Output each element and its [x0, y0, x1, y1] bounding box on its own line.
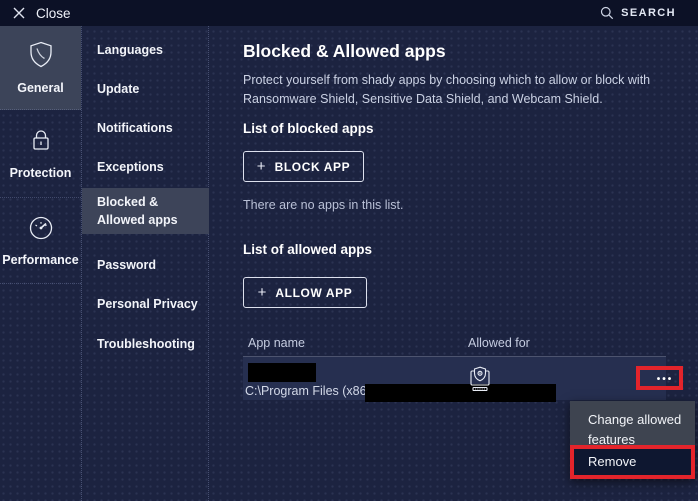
sidebar-item-general[interactable]: General [0, 26, 81, 110]
menu-item-exceptions[interactable]: Exceptions [82, 153, 209, 181]
sidebar-item-performance[interactable]: Performance [0, 198, 81, 284]
blocked-list-empty-text: There are no apps in this list. [243, 198, 404, 212]
redacted-app-name [248, 363, 316, 382]
settings-menu: Languages Update Notifications Exception… [82, 26, 209, 501]
redacted-app-path-segment [365, 384, 556, 402]
app-window: Close SEARCH General [0, 0, 698, 501]
row-more-options-button[interactable]: ••• [643, 367, 687, 391]
sidebar-item-label: Protection [10, 166, 72, 180]
allow-app-button[interactable]: + ALLOW APP [243, 277, 367, 308]
close-label: Close [36, 6, 71, 21]
page-title: Blocked & Allowed apps [243, 41, 446, 62]
menu-item-notifications[interactable]: Notifications [82, 114, 209, 142]
context-menu-item-change-allowed-features[interactable]: Change allowed features [570, 401, 695, 445]
magnifier-icon [600, 6, 614, 20]
plus-icon: + [257, 159, 266, 174]
menu-item-languages[interactable]: Languages [82, 36, 209, 64]
row-context-menu: Change allowed features Remove [570, 401, 695, 479]
gauge-icon [27, 214, 55, 242]
block-app-button-label: BLOCK APP [275, 160, 351, 174]
shield-icon [27, 40, 55, 70]
allowed-app-row[interactable]: C:\Program Files (x86)\ ••• [243, 356, 666, 400]
menu-item-update[interactable]: Update [82, 75, 209, 103]
allowed-apps-heading: List of allowed apps [243, 242, 372, 257]
plus-icon: + [258, 285, 267, 300]
blocked-apps-heading: List of blocked apps [243, 121, 374, 136]
context-menu-item-remove[interactable]: Remove [574, 449, 691, 475]
lock-icon [28, 127, 54, 155]
column-header-app-name: App name [248, 336, 305, 350]
allow-app-button-label: ALLOW APP [275, 286, 352, 300]
main-content: Blocked & Allowed apps Protect yourself … [209, 26, 698, 501]
search-label: SEARCH [621, 7, 676, 19]
app-path: C:\Program Files (x86)\ [245, 384, 374, 398]
highlight-box-remove: Remove [570, 445, 695, 479]
close-icon [13, 7, 25, 19]
sidebar-item-label: General [17, 81, 64, 95]
sidebar-item-protection[interactable]: Protection [0, 110, 81, 198]
page-description: Protect yourself from shady apps by choo… [243, 71, 691, 110]
menu-item-password[interactable]: Password [82, 251, 209, 279]
ellipsis-icon: ••• [657, 374, 674, 385]
shield-laptop-icon [467, 364, 493, 394]
close-button[interactable]: Close [0, 6, 71, 21]
column-header-allowed-for: Allowed for [468, 336, 530, 350]
menu-item-blocked-allowed-apps[interactable]: Blocked & Allowed apps [82, 188, 209, 234]
sidebar-item-label: Performance [2, 253, 78, 267]
menu-item-personal-privacy[interactable]: Personal Privacy [82, 290, 209, 318]
search-button[interactable]: SEARCH [600, 6, 698, 20]
block-app-button[interactable]: + BLOCK APP [243, 151, 364, 182]
category-sidebar: General Protection Performa [0, 26, 82, 501]
top-bar: Close SEARCH [0, 0, 698, 26]
menu-item-troubleshooting[interactable]: Troubleshooting [82, 330, 209, 358]
